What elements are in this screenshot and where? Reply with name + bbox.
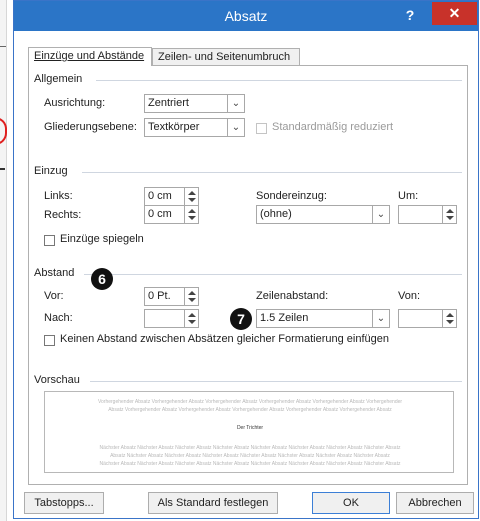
keinen-abstand-label: Keinen Abstand zwischen Absätzen gleiche… [60, 333, 389, 345]
nach-label: Nach: [44, 312, 73, 324]
section-title-allgemein: Allgemein [34, 73, 83, 85]
ausrichtung-select[interactable]: Zentriert ⌄ [144, 94, 245, 113]
reduziert-checkbox[interactable] [256, 123, 267, 134]
standard-button[interactable]: Als Standard festlegen [148, 492, 278, 514]
reduziert-label: Standardmäßig reduziert [272, 121, 394, 133]
section-rule [96, 80, 462, 81]
chevron-down-icon[interactable]: ⌄ [227, 119, 244, 136]
vor-label: Vor: [44, 290, 64, 302]
vor-input[interactable]: 0 Pt. [144, 287, 199, 306]
section-rule [82, 172, 462, 173]
section-title-abstand: Abstand [34, 267, 75, 279]
document-edge [0, 0, 7, 521]
rechts-input[interactable]: 0 cm [144, 205, 199, 224]
gliederung-select[interactable]: Textkörper ⌄ [144, 118, 245, 137]
spiegeln-label: Einzüge spiegeln [60, 233, 144, 245]
sondereinzug-label: Sondereinzug: [256, 190, 327, 202]
rechts-label: Rechts: [44, 209, 82, 221]
tab-zeilen-seitenumbruch[interactable]: Zeilen- und Seitenumbruch [152, 48, 300, 65]
section-rule [84, 274, 462, 275]
links-label: Links: [44, 190, 73, 202]
links-input[interactable]: 0 cm [144, 187, 199, 206]
ausrichtung-value: Zentriert [148, 97, 189, 109]
ausrichtung-label: Ausrichtung: [44, 97, 106, 109]
vor-value: 0 Pt. [148, 290, 171, 302]
callout-badge-6: 6 [91, 268, 113, 290]
sondereinzug-select[interactable]: (ohne) ⌄ [256, 205, 390, 224]
section-rule [90, 381, 462, 382]
rechts-value: 0 cm [148, 208, 172, 220]
von-input[interactable] [398, 309, 457, 328]
preview-current-paragraph: Der Trichter [236, 425, 264, 431]
spinner-icon[interactable] [184, 206, 198, 223]
section-title-einzug: Einzug [34, 165, 68, 177]
links-value: 0 cm [148, 190, 172, 202]
ok-button[interactable]: OK [312, 492, 390, 514]
abbrechen-button[interactable]: Abbrechen [396, 492, 474, 514]
spinner-icon[interactable] [184, 188, 198, 205]
gliederung-value: Textkörper [148, 121, 200, 133]
um-label: Um: [398, 190, 419, 202]
tab-label: Einzüge und Abstände [34, 50, 145, 62]
tab-label: Zeilen- und Seitenumbruch [158, 51, 291, 63]
tabstopps-button[interactable]: Tabstopps... [24, 492, 104, 514]
callout-badge-7: 7 [230, 308, 252, 330]
preview-next-line: Nächster Absatz Nächster Absatz Nächster… [99, 461, 401, 467]
gliederung-label: Gliederungsebene: [44, 121, 137, 133]
close-button[interactable]: ✕ [432, 2, 477, 25]
spinner-icon[interactable] [442, 206, 456, 223]
chevron-down-icon[interactable]: ⌄ [227, 95, 244, 112]
preview-box: Vorhergehender Absatz Vorhergehender Abs… [44, 391, 454, 473]
preview-next-line: Absatz Nächster Absatz Nächster Absatz N… [110, 453, 390, 459]
document-edge-dash [0, 168, 5, 170]
zeilenabstand-label: Zeilenabstand: [256, 290, 329, 302]
section-title-vorschau: Vorschau [34, 374, 80, 386]
tab-einzuege-abstaende[interactable]: Einzüge und Abstände [28, 47, 152, 66]
chevron-down-icon[interactable]: ⌄ [372, 310, 389, 327]
help-button[interactable]: ? [400, 5, 420, 25]
spiegeln-checkbox[interactable] [44, 235, 55, 246]
absatz-dialog: Absatz ? ✕ Einzüge und Abstände Zeilen- … [13, 0, 479, 519]
um-input[interactable] [398, 205, 457, 224]
sondereinzug-value: (ohne) [260, 208, 292, 220]
document-edge-line [0, 46, 6, 47]
preview-prev-line: Vorhergehender Absatz Vorhergehender Abs… [97, 399, 403, 405]
zeilenabstand-value: 1.5 Zeilen [260, 312, 309, 324]
preview-prev-line: Absatz Vorhergehender Absatz Vorhergehen… [108, 407, 392, 413]
preview-next-line: Nächster Absatz Nächster Absatz Nächster… [99, 445, 401, 451]
spinner-icon[interactable] [184, 310, 198, 327]
spinner-icon[interactable] [442, 310, 456, 327]
zeilenabstand-select[interactable]: 1.5 Zeilen ⌄ [256, 309, 390, 328]
nach-input[interactable] [144, 309, 199, 328]
chevron-down-icon[interactable]: ⌄ [372, 206, 389, 223]
spinner-icon[interactable] [184, 288, 198, 305]
von-label: Von: [398, 290, 421, 302]
keinen-abstand-checkbox[interactable] [44, 335, 55, 346]
